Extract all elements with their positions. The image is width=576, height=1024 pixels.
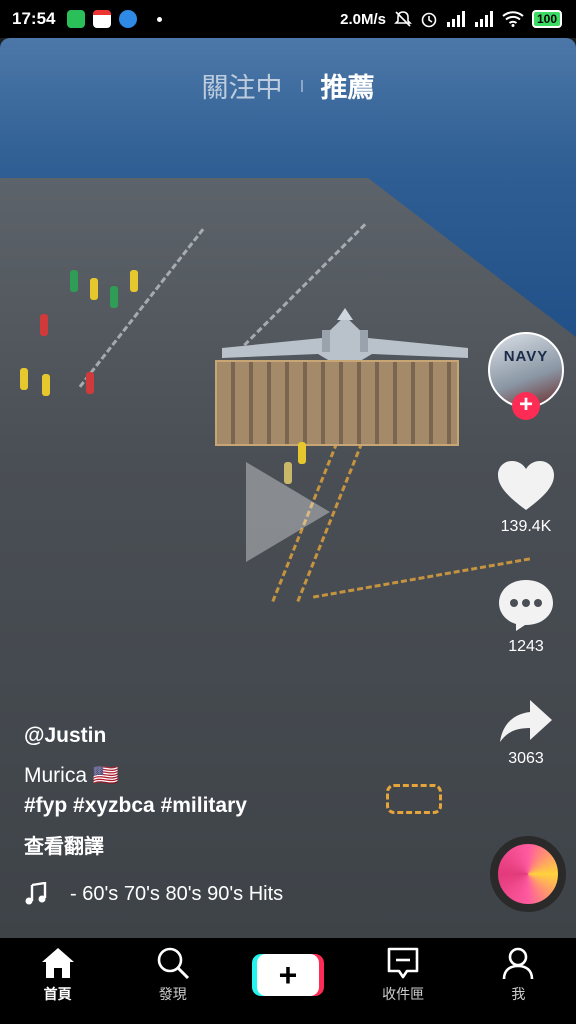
- deck-crew: [90, 278, 98, 300]
- post-description: Murica 🇺🇸: [24, 764, 119, 787]
- more-notifications-dot: [157, 16, 163, 22]
- share-arrow-icon: [500, 700, 552, 742]
- nav-discover[interactable]: 發現: [128, 946, 218, 1004]
- nav-home[interactable]: 首頁: [13, 946, 103, 1004]
- deck-crew: [20, 368, 28, 390]
- tab-for-you[interactable]: 推薦: [321, 66, 375, 105]
- wechat-icon: [67, 10, 86, 28]
- deck-crew: [298, 442, 306, 464]
- translate-link[interactable]: 查看翻譯: [24, 830, 247, 859]
- username[interactable]: @Justin: [24, 724, 247, 748]
- post-caption: @Justin Murica 🇺🇸 #fyp #xyzbca #military…: [24, 724, 247, 859]
- search-icon: [157, 947, 189, 980]
- heart-icon: [498, 461, 554, 510]
- deck-spot-marking: [386, 784, 442, 814]
- browser-icon: [119, 10, 138, 28]
- create-button[interactable]: +: [256, 954, 319, 996]
- feed-tabs: 關注中 推薦: [0, 66, 576, 105]
- nav-discover-label: 發現: [158, 986, 187, 1002]
- deck-crew: [70, 270, 78, 292]
- plus-icon: +: [278, 957, 298, 993]
- comment-icon: [499, 580, 553, 631]
- bottom-nav: 首頁 發現 + 收件匣 我: [0, 938, 576, 1024]
- follow-plus-icon[interactable]: +: [512, 392, 540, 420]
- music-note-icon: [25, 882, 47, 905]
- deck-crew: [130, 270, 138, 292]
- deck-crew: [86, 372, 94, 394]
- share-count: 3063: [508, 750, 544, 767]
- nav-home-label: 首頁: [43, 986, 72, 1002]
- inbox-icon: [387, 947, 419, 979]
- creator-avatar-button[interactable]: NAVY +: [488, 332, 564, 420]
- play-icon[interactable]: [246, 462, 330, 562]
- music-info[interactable]: - 60's 70's 80's 90's Hits: [24, 882, 283, 906]
- like-count: 139.4K: [500, 518, 552, 535]
- nav-create[interactable]: +: [243, 946, 333, 996]
- home-icon: [41, 948, 74, 978]
- notification-icons: [67, 10, 163, 28]
- like-button[interactable]: 139.4K: [497, 460, 555, 536]
- blast-deflector: [215, 360, 459, 446]
- calendar-icon: [93, 10, 112, 28]
- nav-inbox[interactable]: 收件匣: [358, 946, 448, 1004]
- comment-button[interactable]: 1243: [497, 578, 555, 656]
- avatar-text: NAVY: [503, 348, 549, 365]
- nav-profile[interactable]: 我: [473, 946, 563, 1004]
- comment-count: 1243: [508, 638, 544, 655]
- music-title: - 60's 70's 80's 90's Hits: [70, 882, 284, 905]
- post-hashtags[interactable]: #fyp #xyzbca #military: [24, 794, 247, 818]
- tab-divider: [300, 79, 303, 92]
- nav-inbox-label: 收件匣: [382, 986, 425, 1002]
- battery-indicator: 100: [531, 10, 562, 28]
- music-disc-icon[interactable]: [490, 836, 566, 912]
- status-time: 17:54: [12, 9, 56, 28]
- tab-following[interactable]: 關注中: [202, 66, 283, 105]
- profile-icon: [503, 947, 534, 980]
- deck-crew: [42, 374, 50, 396]
- action-rail: NAVY + 139.4K 1243 3063: [488, 332, 564, 768]
- nav-profile-label: 我: [511, 986, 526, 1002]
- deck-crew: [110, 286, 118, 308]
- status-bar: 17:54 2.0M/s 100: [0, 0, 576, 38]
- network-speed: 2.0M/s: [340, 10, 386, 28]
- signal-icon: [446, 11, 465, 27]
- deck-crew: [40, 314, 48, 336]
- wifi-icon: [502, 11, 524, 27]
- signal-hd-icon: [474, 11, 493, 27]
- alarm-icon: [421, 12, 437, 28]
- share-button[interactable]: 3063: [498, 698, 554, 768]
- mute-icon: [394, 11, 412, 27]
